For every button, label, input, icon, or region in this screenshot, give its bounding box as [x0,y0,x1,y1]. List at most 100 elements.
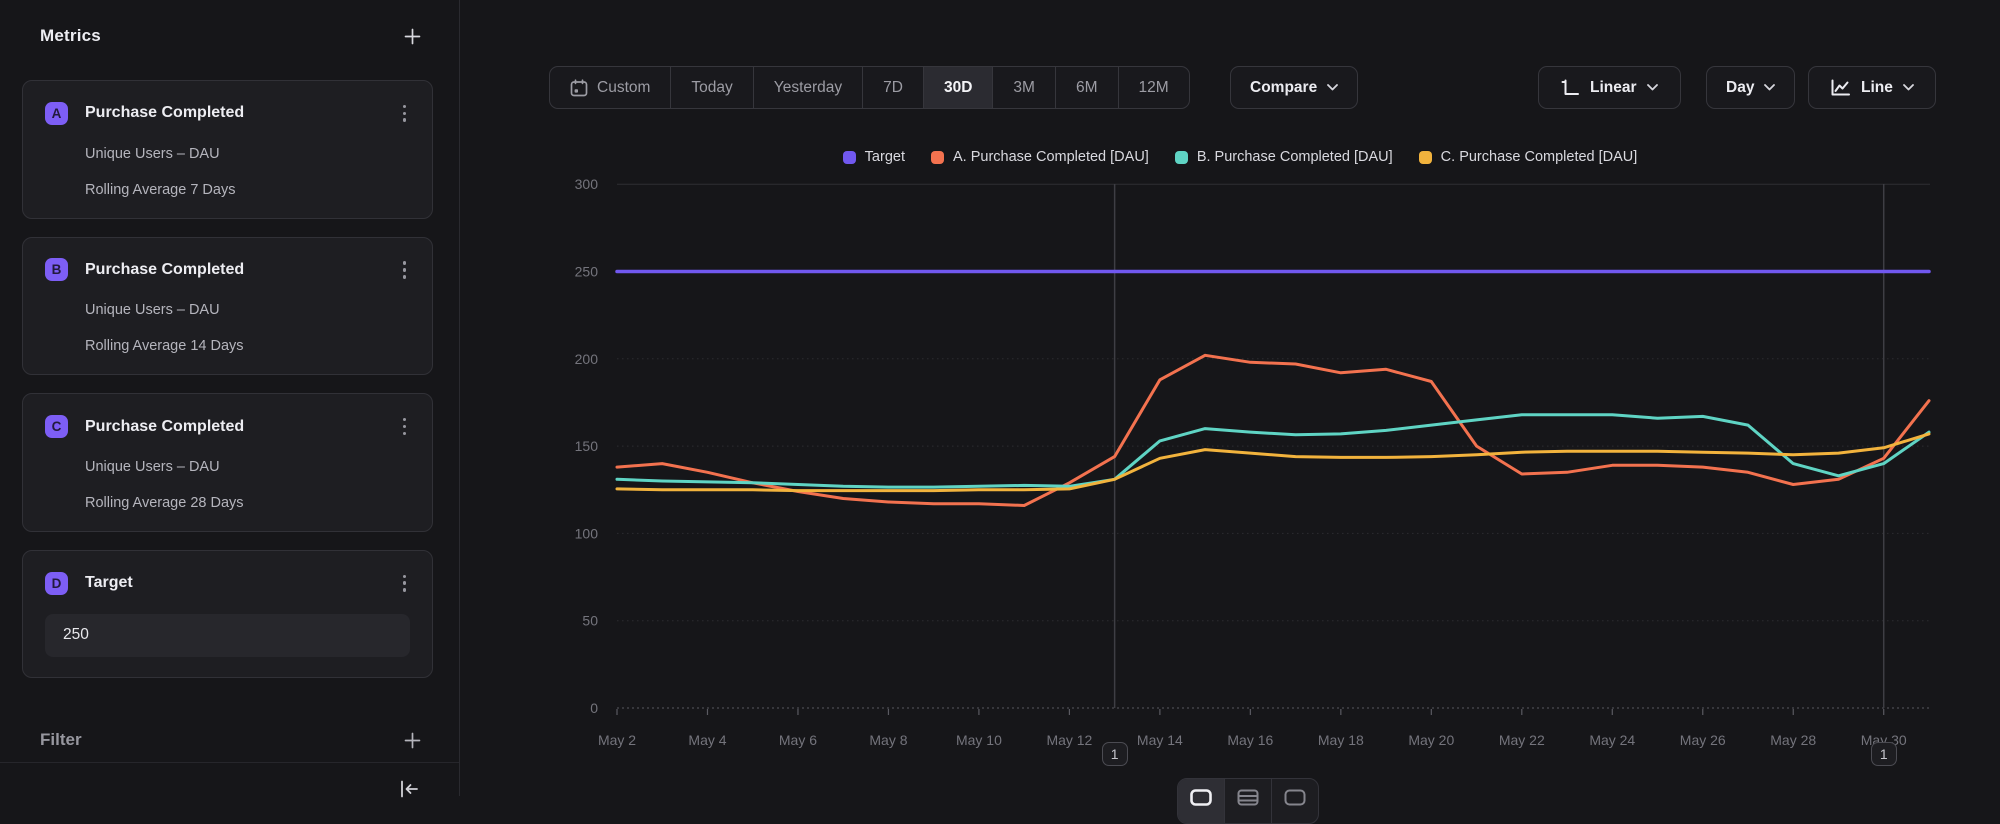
metric-cards: A Purchase Completed Unique Users – DAU Rol… [22,80,433,532]
linear-axes-icon [1561,79,1580,97]
x-axis-label: May 28 [1770,732,1816,748]
legend-swatch [931,151,944,164]
x-axis-label: May 6 [779,732,817,748]
range-option-label: Today [691,79,732,97]
legend-item-b[interactable]: B. Purchase Completed [DAU] [1175,149,1393,165]
interval-selector-button[interactable]: Day [1706,66,1795,109]
x-axis-label: May 26 [1680,732,1726,748]
y-axis-label: 250 [575,264,599,280]
add-filter-button[interactable] [404,732,421,749]
metric-badge-d: D [45,572,68,595]
metric-card-header: CPurchase Completed [45,414,410,439]
app-root: { "colors": { "background": "#161619", "… [0,0,2000,796]
annotation-badge[interactable]: 1 [1871,742,1897,766]
range-option-label: 3M [1013,79,1035,97]
legend-label: B. Purchase Completed [DAU] [1197,149,1393,165]
series-line-b [617,415,1929,487]
range-option-today[interactable]: Today [671,67,753,108]
range-option-6m[interactable]: 6M [1056,67,1119,108]
x-axis-label: May 18 [1318,732,1364,748]
range-option-3m[interactable]: 3M [993,67,1056,108]
x-axis-label: May 4 [688,732,726,748]
series-line-a [617,355,1929,505]
legend-item-a[interactable]: A. Purchase Completed [DAU] [931,149,1149,165]
kebab-menu-icon[interactable] [399,258,411,283]
metric-card-b[interactable]: BPurchase CompletedUnique Users – DAURol… [22,237,433,376]
chevron-down-icon [1903,84,1914,91]
metric-measure-row: Unique Users – DAU [85,459,410,475]
metrics-sidebar: Metrics A Purchase Completed Unique Users … [0,0,460,796]
legend-label: Target [865,149,905,165]
range-option-label: 6M [1076,79,1098,97]
collapse-left-icon [398,780,420,798]
y-axis-label: 300 [575,176,599,192]
metric-transform-row: Rolling Average 7 Days [85,182,410,198]
chevron-down-icon [1647,84,1658,91]
range-option-custom[interactable]: Custom [550,67,671,108]
x-axis-label: May 2 [598,732,636,748]
card-view-icon [1190,789,1212,806]
y-axis-label: 200 [575,351,599,367]
plus-icon [404,28,421,45]
add-metric-button[interactable] [404,28,421,45]
chevron-down-icon [1327,84,1338,91]
interval-label: Day [1726,79,1754,97]
range-option-7d[interactable]: 7D [863,67,924,108]
kebab-menu-icon[interactable] [399,414,411,439]
kebab-menu-icon[interactable] [399,101,411,126]
collapse-sidebar-button[interactable] [398,780,420,798]
legend-label: C. Purchase Completed [DAU] [1441,149,1638,165]
chart-type-button[interactable]: Line [1808,66,1936,109]
view-chart-button[interactable] [1178,779,1225,823]
metric-title: Purchase Completed [85,418,399,436]
sidebar-title: Metrics [40,26,101,46]
compare-label: Compare [1250,79,1317,97]
annotation-badge[interactable]: 1 [1102,742,1128,766]
calendar-icon [570,79,588,97]
x-axis-label: May 16 [1227,732,1273,748]
plus-icon [404,732,421,749]
range-option-yesterday[interactable]: Yesterday [754,67,863,108]
metric-badge: A [45,102,68,125]
range-option-12m[interactable]: 12M [1119,67,1189,108]
sidebar-header: Metrics [40,26,421,46]
sidebar-divider [0,762,459,763]
metric-title: Purchase Completed [85,261,399,279]
bottom-view-switcher [1177,778,1319,824]
date-range-selector: Custom Today Yesterday7D 30D 3M 6M 12M [549,66,1190,109]
metric-card-header: B Purchase Completed [45,258,410,283]
metric-badge: B [45,258,68,281]
x-axis-label: May 20 [1408,732,1454,748]
scale-selector-button[interactable]: Linear [1538,66,1681,109]
metric-card-header: A Purchase Completed [45,101,410,126]
legend-swatch [843,151,856,164]
filter-section-header: Filter [40,730,421,750]
target-card-header: D Target [45,571,410,596]
x-axis-label: May 12 [1046,732,1092,748]
metric-view-icon [1284,789,1306,806]
x-axis-label: May 22 [1499,732,1545,748]
x-axis-label: May 10 [956,732,1002,748]
target-card[interactable]: D Target [22,550,433,678]
metric-card-c[interactable]: CPurchase CompletedUnique Users – DAURol… [22,393,433,532]
line-chart-icon [1830,79,1851,97]
legend-label: A. Purchase Completed [DAU] [953,149,1149,165]
target-value-input[interactable] [45,614,410,657]
y-axis-label: 50 [582,613,598,629]
x-axis-label: May 24 [1589,732,1635,748]
legend-item-c[interactable]: C. Purchase Completed [DAU] [1419,149,1638,165]
range-option-label: 12M [1139,79,1169,97]
metric-measure-row: Unique Users – DAU [85,302,410,318]
range-option-30d[interactable]: 30D [924,67,993,108]
legend-swatch [1175,151,1188,164]
kebab-menu-icon[interactable] [399,571,411,596]
view-table-button[interactable] [1225,779,1272,823]
filter-label: Filter [40,730,82,750]
legend-item-t[interactable]: Target [843,149,905,165]
compare-button[interactable]: Compare [1230,66,1358,109]
view-metric-button[interactable] [1272,779,1318,823]
y-axis-label: 150 [575,438,599,454]
metric-title: Purchase Completed [85,104,399,122]
metric-card-a[interactable]: APurchase CompletedUnique Users – DAURol… [22,80,433,219]
range-option-label: 30D [944,79,972,97]
